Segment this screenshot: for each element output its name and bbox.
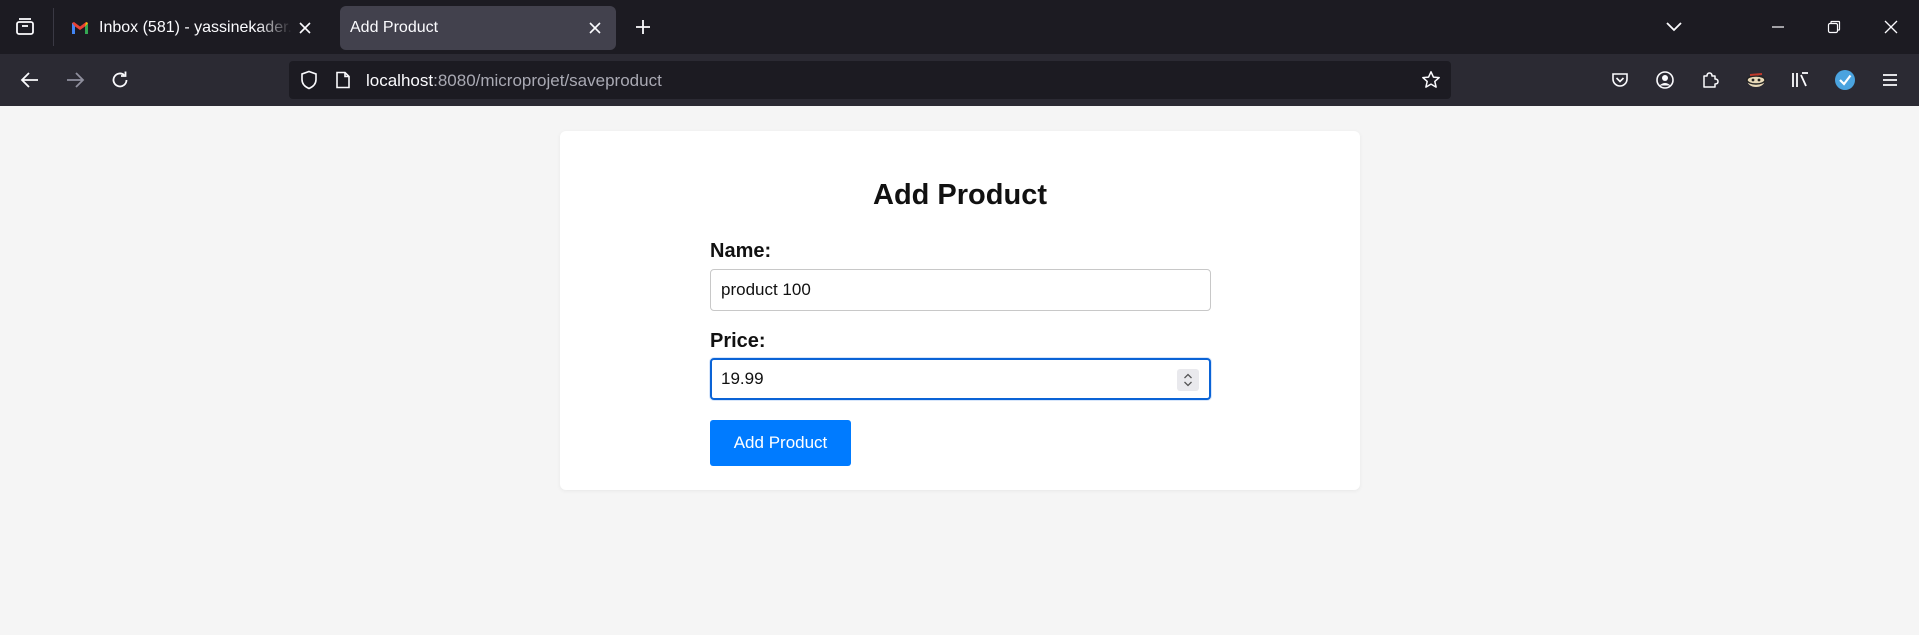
url-host: localhost	[366, 71, 434, 90]
arrow-right-icon	[67, 72, 85, 88]
page-title: Add Product	[873, 179, 1047, 211]
close-icon	[589, 22, 601, 34]
firefox-view-button[interactable]	[10, 12, 40, 42]
address-bar[interactable]: localhost:8080/microprojet/saveproduct	[289, 61, 1451, 99]
chevron-down-icon	[1666, 22, 1682, 32]
reload-icon	[112, 71, 128, 88]
list-all-tabs-button[interactable]	[1659, 12, 1689, 42]
page-icon[interactable]	[331, 68, 355, 92]
puzzle-icon	[1703, 72, 1719, 88]
close-tab-button[interactable]	[582, 15, 608, 41]
check-circle-icon	[1835, 70, 1855, 90]
library-icon	[1792, 72, 1808, 87]
url-path: :8080/microprojet/saveproduct	[433, 71, 662, 90]
tab-separator	[53, 8, 54, 46]
restore-icon	[1827, 20, 1841, 34]
back-button[interactable]	[15, 65, 45, 95]
extension-cartoon-icon	[1746, 73, 1766, 87]
forward-button[interactable]	[60, 65, 90, 95]
pocket-button[interactable]	[1605, 65, 1635, 95]
close-icon	[1884, 20, 1898, 34]
tab-strip: Inbox (581) - yassinekader.contact Add P…	[0, 0, 1919, 54]
extensions-button[interactable]	[1695, 65, 1725, 95]
restore-button[interactable]	[1819, 12, 1849, 42]
add-product-button[interactable]: Add Product	[710, 420, 851, 466]
close-tab-button[interactable]	[292, 15, 318, 41]
hamburger-menu-icon	[1883, 74, 1897, 86]
minimize-icon	[1772, 26, 1784, 28]
name-label: Name:	[710, 240, 772, 262]
price-input-value: 19.99	[721, 369, 764, 388]
new-tab-button[interactable]	[628, 12, 658, 42]
spinner-arrows-icon	[1184, 373, 1192, 387]
bookmark-star-icon[interactable]	[1419, 68, 1443, 92]
minimize-button[interactable]	[1763, 12, 1793, 42]
add-product-card: Add Product Name: product 100 Price: 19.…	[560, 131, 1360, 490]
pocket-icon	[1612, 73, 1628, 87]
close-window-button[interactable]	[1876, 12, 1906, 42]
extension-button[interactable]	[1741, 65, 1771, 95]
tab-title: Add Product	[350, 19, 439, 36]
price-label: Price:	[710, 330, 766, 352]
shield-icon[interactable]	[297, 68, 321, 92]
tab-gmail-inbox[interactable]: Inbox (581) - yassinekader.contact	[58, 6, 326, 50]
price-spinner[interactable]	[1177, 369, 1199, 391]
tab-title: Inbox (581) - yassinekader.contact	[99, 19, 292, 36]
account-button[interactable]	[1650, 65, 1680, 95]
firefox-view-icon	[16, 18, 34, 35]
url-text[interactable]: localhost:8080/microprojet/saveproduct	[366, 71, 662, 91]
gmail-icon	[70, 18, 90, 38]
price-input[interactable]: 19.99	[710, 358, 1211, 400]
navigation-toolbar: localhost:8080/microprojet/saveproduct	[0, 54, 1919, 106]
reload-button[interactable]	[105, 65, 135, 95]
close-icon	[299, 22, 311, 34]
tab-add-product[interactable]: Add Product	[340, 6, 616, 50]
plus-icon	[636, 20, 650, 34]
name-input[interactable]: product 100	[710, 269, 1211, 311]
profile-extension-button[interactable]	[1830, 65, 1860, 95]
library-button[interactable]	[1785, 65, 1815, 95]
arrow-left-icon	[20, 72, 38, 88]
menu-button[interactable]	[1875, 65, 1905, 95]
account-icon	[1656, 71, 1674, 89]
name-input-value: product 100	[721, 280, 811, 299]
